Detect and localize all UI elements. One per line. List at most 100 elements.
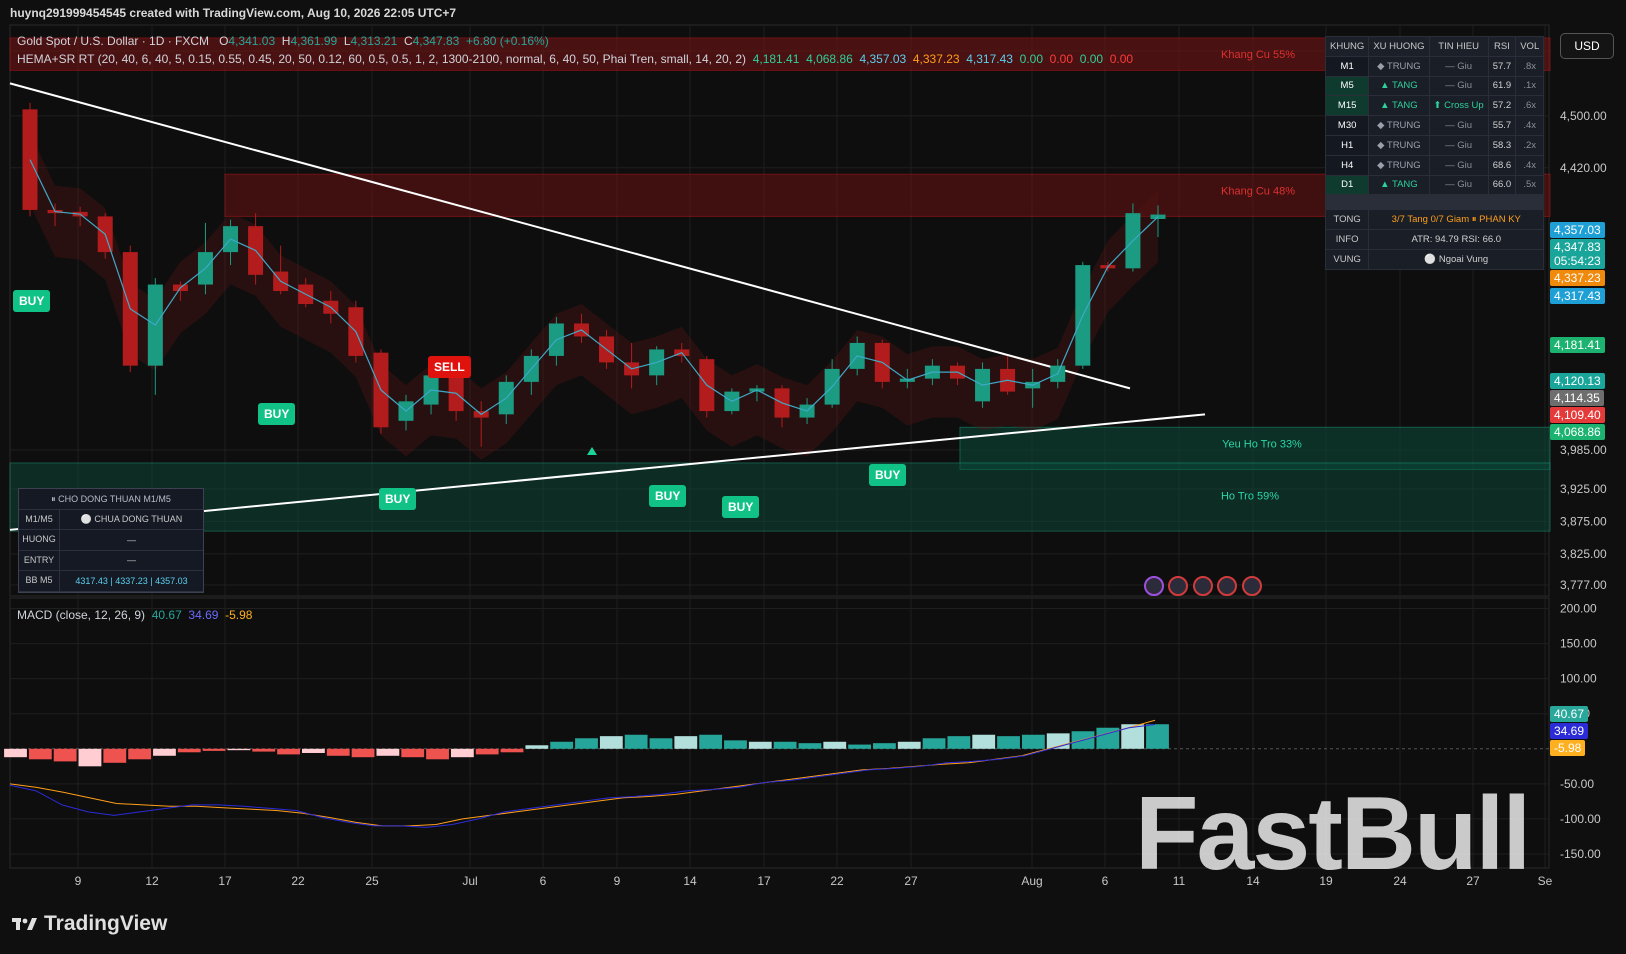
time-tick: Jul xyxy=(462,874,477,888)
macd-hist-bar xyxy=(153,748,176,756)
buy-signal-badge: BUY xyxy=(13,290,51,312)
price-tick: 3,985.00 xyxy=(1560,443,1607,457)
macd-axis-label: 34.69 xyxy=(1550,723,1589,739)
cell-trend: ◆ TRUNG xyxy=(1368,134,1430,156)
summary-value: ⚪ Ngoai Vung xyxy=(1368,248,1545,270)
indicator-name: HEMA+SR RT (20, 40, 6, 40, 5, 0.15, 0.55… xyxy=(17,52,747,66)
ind-v9: 0.00 xyxy=(1109,52,1134,66)
zone-label-res1: Khang Cu 55% xyxy=(1221,49,1295,61)
table-row: M15 ▲ TANG ⬆ Cross Up 57.2.6x xyxy=(1324,95,1545,117)
zone-label-sup2: Ho Tro 59% xyxy=(1221,490,1279,502)
time-tick: 27 xyxy=(904,874,918,888)
price-tick: 3,875.00 xyxy=(1560,514,1607,528)
buy-signal-badge: BUY xyxy=(258,403,296,425)
macd-hist-bar xyxy=(500,748,524,753)
price-tick: 3,925.00 xyxy=(1560,482,1607,496)
macd-hist-bar xyxy=(326,748,350,756)
macd-tick: -100.00 xyxy=(1560,812,1601,826)
table-row: M30 ◆ TRUNG — Giu 55.7.4x xyxy=(1324,115,1545,136)
header-text: huynq291999454545 created with TradingVi… xyxy=(10,6,457,20)
price-tick: 4,420.00 xyxy=(1560,161,1607,175)
time-tick: Se xyxy=(1538,874,1553,888)
ind-v8: 0.00 xyxy=(1079,52,1104,66)
cell-tf: H1 xyxy=(1324,134,1370,156)
price-tick: 3,777.00 xyxy=(1560,578,1607,592)
support-zone-59 xyxy=(9,462,1551,532)
time-tick: 22 xyxy=(830,874,844,888)
macd-hist-bar xyxy=(649,738,673,749)
cell-tf: M15 xyxy=(1324,95,1370,117)
close-value: 4,347.83 xyxy=(412,34,460,48)
ind-v3: 4,357.03 xyxy=(859,52,907,66)
macd-hist-bar xyxy=(748,741,772,749)
ind-v4: 4,337.23 xyxy=(912,52,960,66)
price-axis-label: 4,337.23 xyxy=(1550,270,1605,286)
macd-hist-bar xyxy=(897,741,921,749)
cell-rsi: 55.7 xyxy=(1487,115,1517,136)
macd-hist-bar xyxy=(426,748,449,760)
sell-signal-badge: SELL xyxy=(428,356,471,378)
cell-vol: .8x xyxy=(1515,55,1545,77)
col-xu-huong: XU HUONG xyxy=(1368,36,1430,57)
macd-hist-bar xyxy=(252,748,276,752)
macd-hist-bar xyxy=(624,734,648,749)
panel-value: 4317.43 | 4337.23 | 4357.03 xyxy=(75,575,188,586)
price-axis-label: 4,109.40 xyxy=(1550,407,1605,423)
buy-signal-badge: BUY xyxy=(379,488,417,510)
macd-hist-bar xyxy=(1021,734,1045,749)
macd-tick: 100.00 xyxy=(1560,672,1597,686)
macd-hist-bar xyxy=(202,748,226,751)
cell-tf: M1 xyxy=(1324,55,1370,77)
summary-row: TONG 3/7 Tang 0/7 Giam ⏸ PHAN KY xyxy=(1324,209,1545,231)
cell-vol: .4x xyxy=(1515,154,1545,176)
col-khung: KHUNG xyxy=(1324,36,1370,57)
macd-hist-bar xyxy=(823,741,847,749)
summary-value: 3/7 Tang 0/7 Giam ⏸ PHAN KY xyxy=(1368,209,1545,231)
macd-hist-bar xyxy=(302,748,325,753)
us-flag-event-icon xyxy=(1217,576,1237,596)
us-flag-event-icon xyxy=(1193,576,1213,596)
table-row: M5 ▲ TANG — Giu 61.9.1x xyxy=(1324,75,1545,97)
macd-hist-bar xyxy=(997,736,1020,749)
cell-signal: — Giu xyxy=(1428,154,1489,176)
price-tick: 4,500.00 xyxy=(1560,109,1607,123)
trend-info-table: KHUNG XU HUONG TIN HIEU RSI VOL M1 ◆ TRUN… xyxy=(1324,36,1545,270)
price-axis-label: 4,068.86 xyxy=(1550,424,1605,440)
lightning-event-icon xyxy=(1144,576,1164,596)
summary-key: TONG xyxy=(1324,209,1370,231)
ind-v1: 4,181.41 xyxy=(752,52,800,66)
time-tick: 14 xyxy=(683,874,697,888)
macd-hist-bar xyxy=(848,744,871,749)
cell-trend: ◆ TRUNG xyxy=(1368,115,1430,136)
macd-hist-bar xyxy=(450,748,474,758)
macd-hist-bar xyxy=(376,748,400,756)
time-tick: 9 xyxy=(75,874,82,888)
cell-signal: — Giu xyxy=(1428,134,1489,156)
cell-trend: ▲ TANG xyxy=(1368,75,1430,97)
summary-row: INFO ATR: 94.79 RSI: 66.0 xyxy=(1324,229,1545,250)
macd-hist-bar xyxy=(1121,724,1145,749)
panel-key: M1/M5 xyxy=(19,510,60,530)
panel-row: BB M5 4317.43 | 4337.23 | 4357.03 xyxy=(19,571,203,592)
table-header-row: KHUNG XU HUONG TIN HIEU RSI VOL xyxy=(1324,36,1545,57)
change-value: +6.80 (+0.16%) xyxy=(466,34,549,48)
cell-trend: ▲ TANG xyxy=(1368,95,1430,117)
us-flag-event-icon xyxy=(1242,576,1262,596)
cell-trend: ◆ TRUNG xyxy=(1368,55,1430,77)
fastbull-watermark: FastBull xyxy=(1135,776,1531,892)
time-tick: 25 xyxy=(365,874,379,888)
cell-signal: — Giu xyxy=(1428,55,1489,77)
tradingview-logo[interactable]: TradingView xyxy=(12,912,167,936)
col-rsi: RSI xyxy=(1487,36,1517,57)
macd-hist-bar xyxy=(873,743,896,749)
cell-vol: .4x xyxy=(1515,115,1545,136)
macd-hist-bar xyxy=(128,748,152,760)
macd-hist-bar xyxy=(177,748,201,753)
cell-trend: ▲ TANG xyxy=(1368,174,1430,196)
table-row: H4 ◆ TRUNG — Giu 68.6.4x xyxy=(1324,154,1545,176)
currency-button[interactable]: USD xyxy=(1560,33,1614,59)
panel-key: HUONG xyxy=(19,530,60,550)
tradingview-logo-icon xyxy=(12,918,37,930)
ind-v2: 4,068.86 xyxy=(806,52,853,66)
us-flag-event-icon xyxy=(1168,576,1188,596)
